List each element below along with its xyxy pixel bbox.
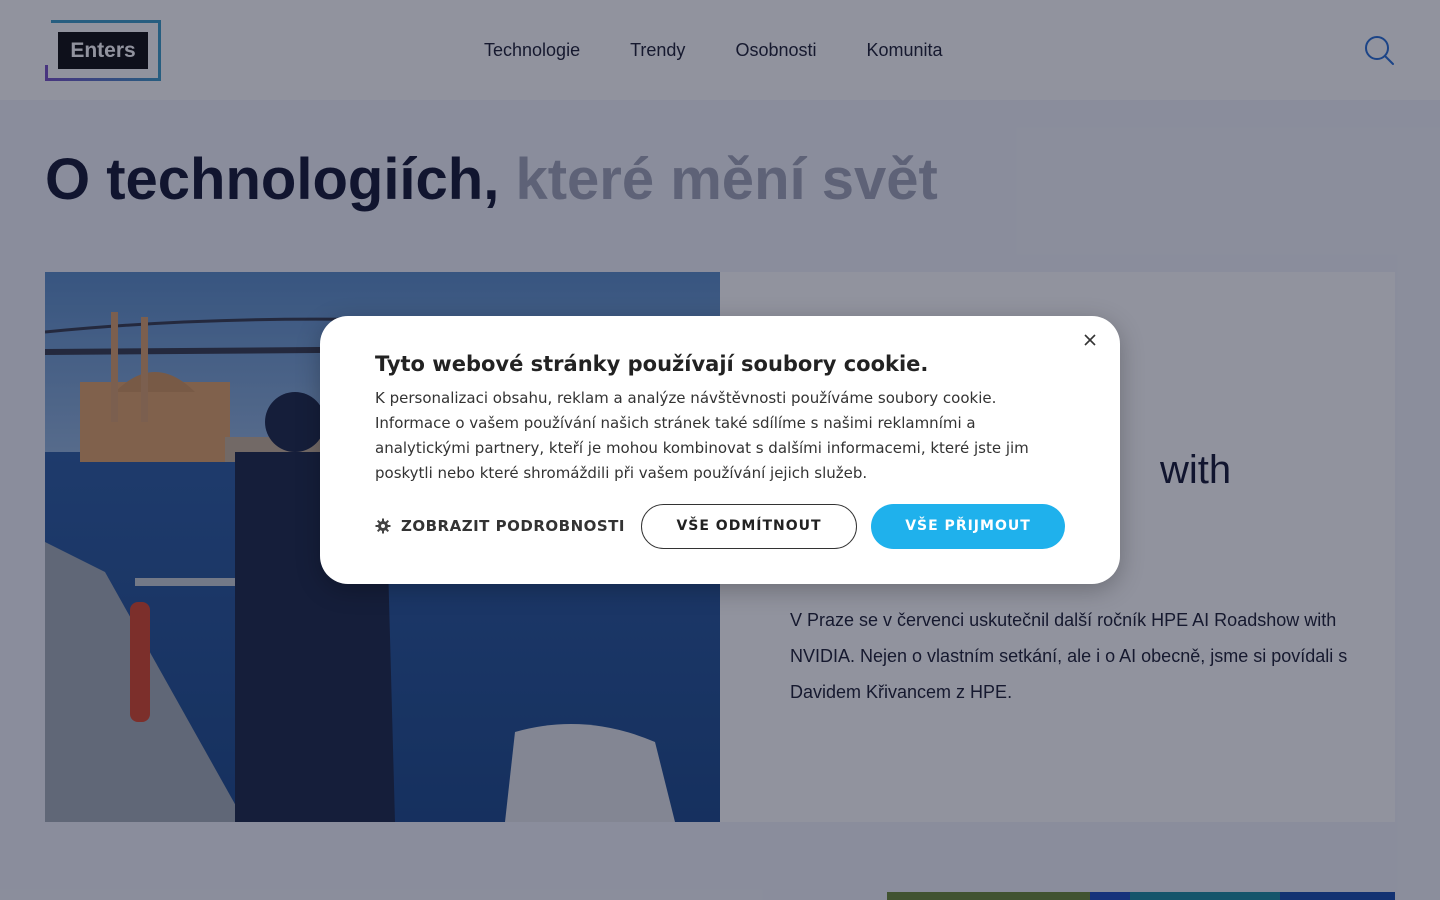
reject-all-button[interactable]: VŠE ODMÍTNOUT <box>641 504 857 549</box>
close-icon <box>1084 334 1096 346</box>
show-details-label: ZOBRAZIT PODROBNOSTI <box>401 517 625 535</box>
cookie-dialog-body: K personalizaci obsahu, reklam a analýze… <box>375 389 1029 482</box>
cookie-dialog-title: Tyto webové stránky používají soubory co… <box>375 352 929 376</box>
cookie-consent-dialog: Tyto webové stránky používají soubory co… <box>320 316 1120 584</box>
gear-icon <box>375 518 391 534</box>
accept-all-button[interactable]: VŠE PŘIJMOUT <box>871 504 1065 549</box>
close-button[interactable] <box>1080 330 1100 350</box>
show-details-button[interactable]: ZOBRAZIT PODROBNOSTI <box>375 516 625 536</box>
